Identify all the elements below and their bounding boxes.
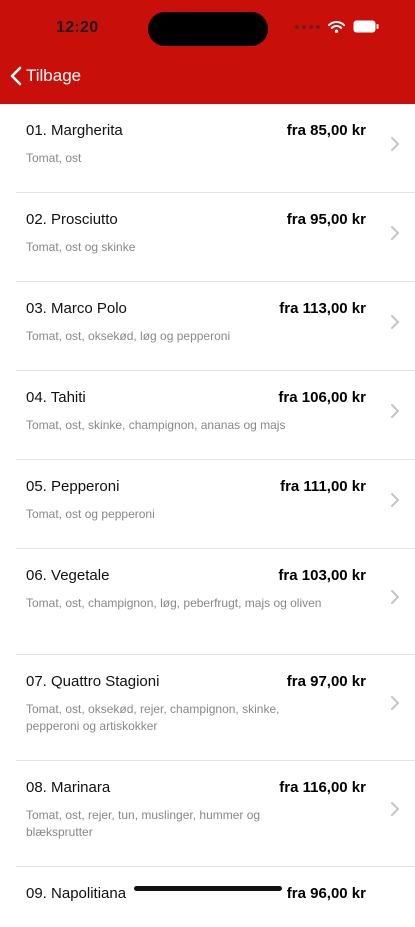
menu-item[interactable]: 09. Napolitiana fra 96,00 kr — [16, 867, 415, 927]
item-name: 08. Marinara — [26, 779, 111, 796]
chevron-left-icon — [10, 66, 22, 86]
item-description: Tomat, ost og skinke — [26, 240, 136, 254]
menu-item[interactable]: 04. Tahiti fra 106,00 kr Tomat, ost, ski… — [16, 371, 415, 460]
item-description: Tomat, ost, oksekød, rejer, champignon, … — [26, 702, 280, 733]
back-label: Tilbage — [26, 66, 82, 85]
back-button[interactable]: Tilbage — [10, 66, 81, 86]
item-description: Tomat, ost, champignon, løg, peberfrugt,… — [26, 596, 322, 610]
chevron-right-icon — [391, 696, 400, 710]
item-name: 09. Napolitiana — [26, 885, 127, 902]
item-price: fra 111,00 kr — [280, 478, 366, 495]
wifi-icon — [328, 20, 345, 33]
battery-icon — [353, 20, 379, 33]
item-name: 04. Tahiti — [26, 389, 86, 406]
chevron-right-icon — [391, 493, 400, 507]
dynamic-island — [148, 12, 268, 46]
item-name: 05. Pepperoni — [26, 478, 120, 495]
chevron-right-icon — [391, 137, 400, 151]
menu-item[interactable]: 06. Vegetale fra 103,00 kr Tomat, ost, c… — [16, 549, 415, 655]
item-description: Tomat, ost og pepperoni — [26, 507, 155, 521]
item-price: fra 97,00 kr — [286, 673, 366, 690]
item-price: fra 113,00 kr — [279, 300, 366, 317]
menu-item[interactable]: 05. Pepperoni fra 111,00 kr Tomat, ost o… — [16, 460, 415, 549]
item-name: 01. Margherita — [26, 122, 123, 139]
item-description: Tomat, ost, skinke, champignon, ananas o… — [26, 418, 286, 432]
chevron-right-icon — [391, 802, 400, 816]
signal-icon — [295, 24, 320, 29]
navigation-header: 12:20 Tilbage — [0, 0, 415, 104]
item-name: 02. Prosciutto — [26, 211, 118, 228]
item-price: fra 103,00 kr — [278, 567, 366, 584]
item-price: fra 95,00 kr — [286, 211, 366, 228]
menu-item[interactable]: 02. Prosciutto fra 95,00 kr Tomat, ost o… — [16, 193, 415, 282]
menu-item[interactable]: 01. Margherita fra 85,00 kr Tomat, ost — [16, 104, 415, 193]
item-name: 07. Quattro Stagioni — [26, 673, 160, 690]
menu-item[interactable]: 03. Marco Polo fra 113,00 kr Tomat, ost,… — [16, 282, 415, 371]
item-description: Tomat, ost — [26, 151, 82, 165]
status-time: 12:20 — [56, 19, 99, 36]
item-description: Tomat, ost, oksekød, løg og pepperoni — [26, 329, 231, 343]
chevron-right-icon — [391, 590, 400, 604]
item-price: fra 106,00 kr — [278, 389, 366, 406]
chevron-right-icon — [391, 315, 400, 329]
item-name: 03. Marco Polo — [26, 300, 127, 317]
menu-item[interactable]: 08. Marinara fra 116,00 kr Tomat, ost, r… — [16, 761, 415, 867]
item-name: 06. Vegetale — [26, 567, 110, 584]
item-price: fra 116,00 kr — [279, 779, 366, 796]
menu-item[interactable]: 07. Quattro Stagioni fra 97,00 kr Tomat,… — [16, 655, 415, 761]
item-price: fra 96,00 kr — [286, 885, 366, 902]
item-description: Tomat, ost, rejer, tun, muslinger, humme… — [26, 808, 261, 839]
chevron-right-icon — [391, 226, 400, 240]
status-icons — [295, 20, 379, 33]
menu-list: 01. Margherita fra 85,00 kr Tomat, ost 0… — [0, 104, 415, 927]
home-indicator — [134, 886, 282, 891]
chevron-right-icon — [391, 404, 400, 418]
item-price: fra 85,00 kr — [286, 122, 366, 139]
